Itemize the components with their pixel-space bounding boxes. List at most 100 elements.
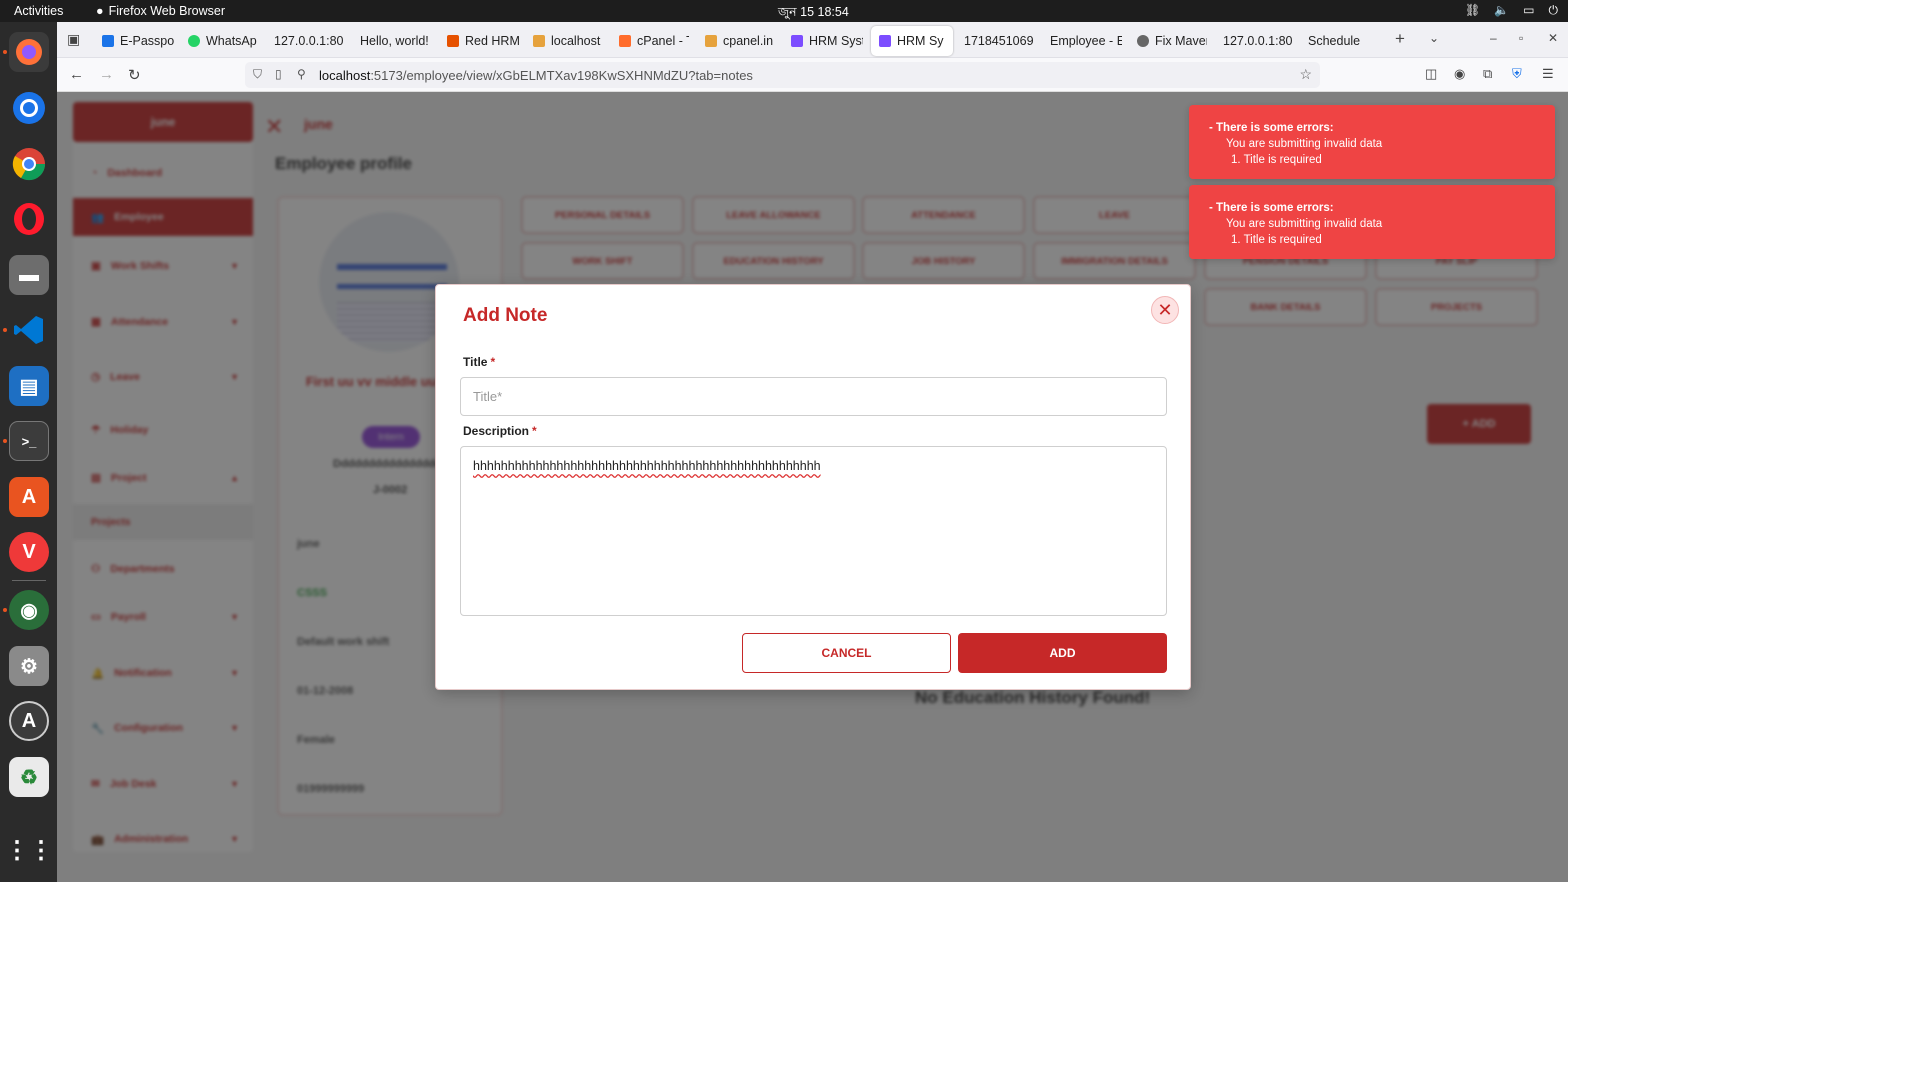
dialog-title: Add Note: [463, 305, 548, 326]
tab-label: WhatsAp: [206, 34, 257, 48]
tab-favicon-icon: [1137, 35, 1149, 47]
pocket-icon[interactable]: ◫: [1425, 66, 1437, 82]
focused-app-name: Firefox Web Browser: [108, 4, 226, 18]
system-tray[interactable]: ⛓ 🔈 ▭ ⏻: [1465, 3, 1558, 18]
tab-label: cpanel.in: [723, 34, 774, 48]
trash-icon[interactable]: ♻: [9, 757, 49, 797]
browser-tab-active[interactable]: HRM Sy✕: [871, 26, 953, 56]
error-toast[interactable]: - There is some errors: You are submitti…: [1189, 185, 1555, 259]
description-label-text: Description: [463, 424, 530, 438]
chrome-icon[interactable]: [9, 144, 49, 184]
description-label: Description *: [463, 424, 537, 438]
files-icon[interactable]: ▬: [9, 255, 49, 295]
close-window-icon[interactable]: ✕: [1548, 31, 1558, 45]
volume-icon[interactable]: 🔈: [1494, 3, 1509, 18]
tab-label: HRM Sy: [897, 34, 944, 48]
browser-tab[interactable]: 1718451069: [964, 26, 1036, 56]
browser-tab[interactable]: 127.0.0.1:80: [1223, 26, 1293, 56]
browser-tab[interactable]: cpanel.in: [705, 26, 775, 56]
browser-tab[interactable]: Hello, world!: [360, 26, 440, 56]
browser-tab[interactable]: Red HRM: [447, 26, 527, 56]
tab-label: Hello, world!: [360, 34, 429, 48]
extensions-icon[interactable]: ⧉: [1483, 66, 1492, 82]
add-note-dialog: Add Note ✕ Title* Description* hhhhhhhhh…: [435, 284, 1191, 690]
globe-app-icon[interactable]: ◉: [9, 590, 49, 630]
bookmark-star-icon[interactable]: ☆: [1299, 66, 1312, 83]
tab-favicon-icon: [791, 35, 803, 47]
browser-tab[interactable]: localhost: [533, 26, 603, 56]
power-icon[interactable]: ⏻: [1549, 3, 1559, 18]
shield-extension-icon[interactable]: ⛨: [1512, 66, 1522, 82]
error-toast[interactable]: - There is some errors: You are submitti…: [1189, 105, 1555, 179]
firefox-icon[interactable]: [9, 32, 49, 72]
toast-heading: - There is some errors:: [1209, 122, 1334, 134]
required-marker: *: [490, 355, 496, 369]
browser-tab[interactable]: Schedule: [1308, 26, 1378, 56]
terminal-icon[interactable]: >_: [9, 421, 49, 461]
writer-icon[interactable]: ▤: [9, 366, 49, 406]
tab-favicon-icon: [619, 35, 631, 47]
show-apps-icon[interactable]: ⋮⋮: [5, 830, 53, 870]
browser-tab[interactable]: 127.0.0.1:80: [274, 26, 344, 56]
navigation-bar: ← → ↻ ⛉ ▯ ⚲ localhost:5173/employee/view…: [57, 58, 1568, 92]
required-marker: *: [532, 424, 537, 438]
new-tab-icon[interactable]: +: [1395, 29, 1405, 49]
close-dialog-button[interactable]: ✕: [1151, 296, 1179, 324]
maximize-icon[interactable]: ▫: [1519, 31, 1523, 45]
browser-tab[interactable]: E-Passpo: [102, 26, 182, 56]
description-textarea[interactable]: hhhhhhhhhhhhhhhhhhhhhhhhhhhhhhhhhhhhhhhh…: [460, 446, 1167, 616]
network-icon[interactable]: ⛓: [1465, 3, 1480, 18]
reload-icon[interactable]: ↻: [128, 66, 141, 84]
add-button[interactable]: ADD: [958, 633, 1167, 673]
tab-label: localhost: [551, 34, 601, 48]
url-host: localhost: [319, 67, 371, 83]
chromium-icon[interactable]: [9, 88, 49, 128]
battery-icon[interactable]: ▭: [1523, 3, 1534, 18]
title-input[interactable]: [460, 377, 1167, 416]
toast-error-item: 1. Title is required: [1231, 234, 1322, 246]
permissions-icon[interactable]: ⚲: [297, 67, 306, 81]
tab-favicon-icon: [879, 35, 891, 47]
browser-tab[interactable]: HRM Syst: [791, 26, 863, 56]
tab-label: Red HRM: [465, 34, 520, 48]
tab-favicon-icon: [102, 35, 114, 47]
vscode-icon[interactable]: [9, 310, 49, 350]
firefox-view-icon[interactable]: ▣: [67, 31, 80, 48]
clock[interactable]: জুন 15 18:54: [778, 4, 849, 24]
cancel-button[interactable]: CANCEL: [742, 633, 951, 673]
url-path: :5173/employee/view/xGbELMTXav198KwSXHNM…: [370, 67, 753, 83]
system-top-bar: Activities ● Firefox Web Browser জুন 15 …: [0, 0, 1568, 22]
toast-message: You are submitting invalid data: [1226, 218, 1383, 230]
tab-favicon-icon: [705, 35, 717, 47]
focused-app: ● Firefox Web Browser: [96, 4, 225, 18]
forward-icon[interactable]: →: [99, 66, 114, 83]
menu-icon[interactable]: ☰: [1542, 66, 1554, 82]
browser-tab[interactable]: WhatsAp: [188, 26, 266, 56]
application-dock: ▬ ▤ >_ A V ◉ ⚙ A ♻ ⋮⋮: [0, 22, 57, 882]
tab-list-chevron-icon[interactable]: ⌄: [1429, 31, 1439, 45]
page-icon[interactable]: ▯: [275, 67, 282, 81]
title-label-text: Title: [463, 355, 488, 369]
tab-label: Schedule: [1308, 34, 1361, 48]
vivaldi-icon[interactable]: V: [9, 532, 49, 572]
account-icon[interactable]: ◉: [1454, 66, 1465, 82]
tab-label: 127.0.0.1:80: [1223, 34, 1293, 48]
toast-message: You are submitting invalid data: [1226, 138, 1383, 150]
close-icon: ✕: [1157, 299, 1173, 320]
minimize-icon[interactable]: –: [1490, 31, 1497, 45]
settings-icon[interactable]: ⚙: [9, 646, 49, 686]
browser-tab[interactable]: Employee - E: [1050, 26, 1122, 56]
tracking-shield-icon[interactable]: ⛉: [253, 67, 262, 82]
opera-icon[interactable]: [9, 199, 49, 239]
activities-button[interactable]: Activities: [14, 4, 63, 18]
back-icon[interactable]: ←: [69, 66, 84, 83]
software-center-icon[interactable]: A: [9, 477, 49, 517]
tab-favicon-icon: [533, 35, 545, 47]
firefox-icon: ●: [96, 4, 104, 18]
tab-label: cPanel - T: [637, 34, 689, 48]
browser-tab[interactable]: cPanel - T: [619, 26, 689, 56]
browser-tab[interactable]: Fix Maver: [1137, 26, 1207, 56]
updater-icon[interactable]: A: [9, 701, 49, 741]
tab-label: 1718451069: [964, 34, 1034, 48]
address-bar[interactable]: ⛉ ▯ ⚲ localhost:5173/employee/view/xGbEL…: [245, 62, 1320, 88]
